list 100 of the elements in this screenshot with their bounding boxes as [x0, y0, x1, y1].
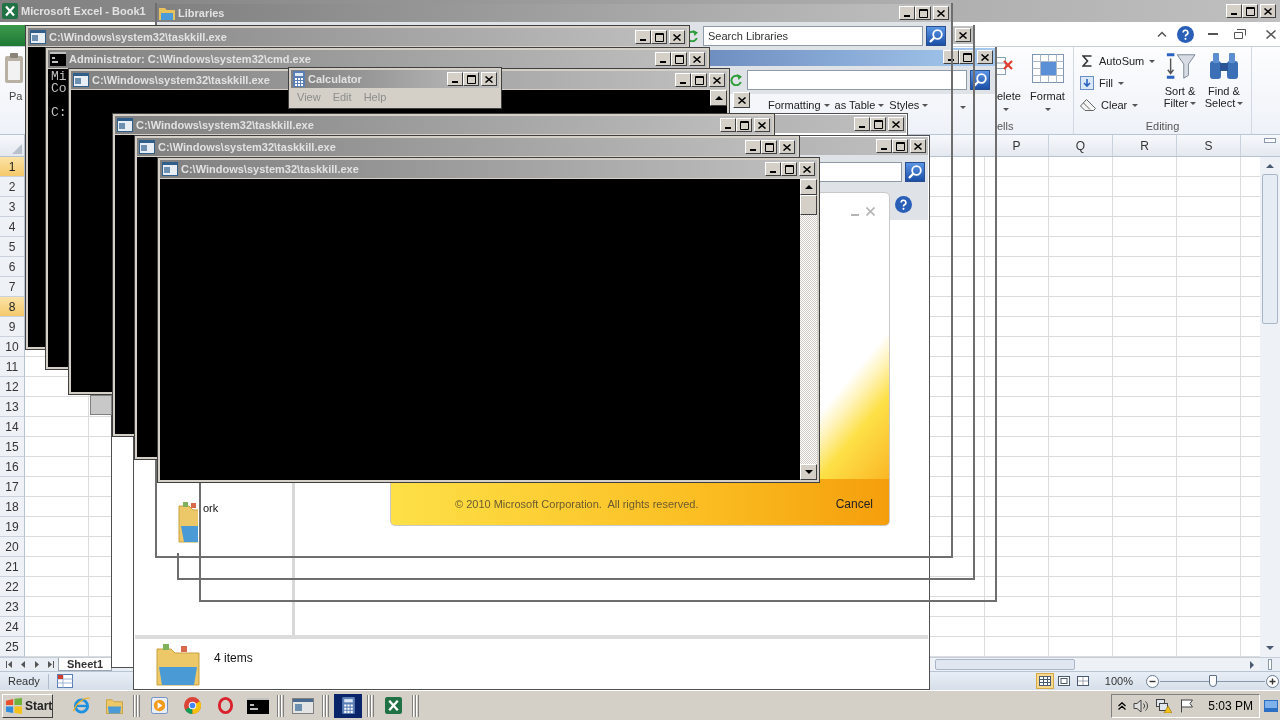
network-warning-icon[interactable] — [1156, 698, 1173, 713]
caret-icon[interactable] — [960, 106, 966, 109]
zoom-in-icon[interactable] — [1266, 674, 1279, 688]
row-header[interactable]: 13 — [0, 397, 25, 417]
row-header[interactable]: 8 — [0, 297, 25, 317]
search-button[interactable] — [926, 26, 946, 46]
oval-logo-icon — [216, 697, 234, 714]
row-header[interactable]: 16 — [0, 457, 25, 477]
split-box-icon[interactable] — [1264, 138, 1276, 143]
caret-icon — [878, 104, 885, 107]
search-button[interactable] — [905, 161, 925, 182]
maximize-icon — [1245, 6, 1255, 16]
view-button[interactable] — [1035, 673, 1054, 689]
chevron-up-icon[interactable] — [1157, 31, 1167, 37]
row-header[interactable]: 10 — [0, 337, 25, 357]
row-header[interactable]: 21 — [0, 557, 25, 577]
row-header[interactable]: 15 — [0, 437, 25, 457]
row-header[interactable]: 6 — [0, 257, 25, 277]
row-header[interactable]: 5 — [0, 237, 25, 257]
scroll-up-button[interactable] — [710, 90, 727, 106]
vertical-scrollbar[interactable] — [1260, 157, 1280, 657]
dropdown-button[interactable]: as Table — [834, 99, 885, 112]
page-view-icon — [1057, 676, 1070, 686]
library-folder-icon — [159, 6, 175, 20]
row-header[interactable]: 20 — [0, 537, 25, 557]
search-button[interactable] — [970, 70, 990, 90]
column-header[interactable]: R — [1113, 135, 1177, 156]
find-select-button[interactable]: Find & Select — [1202, 47, 1246, 118]
ribbon-command[interactable]: Fill — [1078, 72, 1127, 94]
column-header[interactable]: S — [1177, 135, 1241, 156]
help-icon[interactable] — [895, 195, 912, 213]
row-header[interactable]: 17 — [0, 477, 25, 497]
chevron-up-icon[interactable] — [1118, 701, 1127, 710]
search-field[interactable] — [747, 70, 967, 90]
clock[interactable]: 5:03 PM — [1208, 698, 1253, 713]
dropdown-button[interactable]: Styles — [889, 99, 929, 112]
zoom-slider[interactable] — [1160, 675, 1265, 687]
maximize-icon — [739, 120, 749, 130]
window-icon — [117, 118, 133, 132]
first-sheet-icon[interactable] — [6, 661, 12, 668]
macro-record-icon[interactable] — [56, 674, 73, 688]
scroll-down-button[interactable] — [800, 464, 817, 480]
restore-icon[interactable] — [1234, 29, 1246, 39]
format-button[interactable]: Format — [1025, 47, 1070, 118]
row-header[interactable]: 12 — [0, 377, 25, 397]
row-header[interactable]: 22 — [0, 577, 25, 597]
help-icon[interactable] — [1177, 25, 1194, 43]
row-header[interactable]: 2 — [0, 177, 25, 197]
search-field[interactable]: Search Libraries — [703, 26, 923, 46]
minimize-icon — [640, 39, 646, 41]
paste-button[interactable]: Pa — [0, 47, 24, 103]
scroll-thumb[interactable] — [1262, 174, 1278, 324]
row-header[interactable]: 4 — [0, 217, 25, 237]
ribbon-command[interactable]: Clear — [1078, 94, 1141, 116]
sort-filter-button[interactable]: Sort & Filter — [1158, 47, 1202, 118]
row-header[interactable]: 9 — [0, 317, 25, 337]
row-header[interactable]: 7 — [0, 277, 25, 297]
zoom-out-icon[interactable] — [1146, 674, 1159, 688]
row-header[interactable]: 24 — [0, 617, 25, 637]
search-field[interactable] — [819, 161, 902, 182]
flag-icon[interactable] — [1179, 698, 1196, 713]
scroll-up-button[interactable] — [800, 179, 817, 195]
window-icon — [73, 73, 89, 87]
horizontal-scrollbar[interactable] — [930, 658, 1260, 671]
row-header[interactable]: 23 — [0, 597, 25, 617]
minimize-icon — [750, 149, 756, 151]
row-header[interactable]: 3 — [0, 197, 25, 217]
slider-thumb[interactable] — [1208, 675, 1217, 687]
taskbar-button[interactable] — [334, 693, 362, 718]
window-title: C:\Windows\system32\taskkill.exe — [158, 141, 336, 153]
copyright-text: © 2010 Microsoft Corporation. All rights reserved. — [455, 498, 699, 510]
sheet-tab[interactable]: Sheet1 — [58, 658, 113, 671]
previous-sheet-icon[interactable] — [20, 661, 26, 668]
dropdown-button[interactable]: Formatting — [768, 99, 830, 112]
scroll-thumb[interactable] — [935, 659, 1075, 670]
split-box-icon[interactable] — [1268, 659, 1272, 670]
cancel-button[interactable]: Cancel — [835, 497, 873, 511]
column-header[interactable]: Q — [1049, 135, 1113, 156]
vertical-scrollbar[interactable] — [800, 179, 817, 480]
row-header[interactable]: 25 — [0, 637, 25, 657]
folder-icon — [155, 643, 201, 687]
nav-item[interactable]: ork — [203, 502, 219, 514]
ribbon-command[interactable]: AutoSum — [1078, 50, 1158, 72]
status-text: Ready — [8, 675, 40, 687]
caret-icon — [1118, 81, 1125, 85]
row-header[interactable]: 14 — [0, 417, 25, 437]
last-sheet-icon[interactable] — [48, 661, 54, 668]
row-header[interactable]: 11 — [0, 357, 25, 377]
row-header[interactable]: 19 — [0, 517, 25, 537]
zoom-level: 100% — [1104, 675, 1133, 687]
show-desktop-icon[interactable] — [1264, 699, 1278, 712]
window-title: C:\Windows\system32\taskkill.exe — [92, 74, 270, 86]
row-header[interactable]: 18 — [0, 497, 25, 517]
next-sheet-icon[interactable] — [34, 661, 40, 668]
minimize-icon — [660, 61, 666, 63]
row-header[interactable]: 1 — [0, 157, 25, 177]
start-button[interactable]: Start — [2, 693, 53, 718]
speaker-icon[interactable] — [1133, 698, 1150, 713]
close-icon[interactable] — [1266, 29, 1276, 39]
close-icon — [803, 165, 811, 173]
